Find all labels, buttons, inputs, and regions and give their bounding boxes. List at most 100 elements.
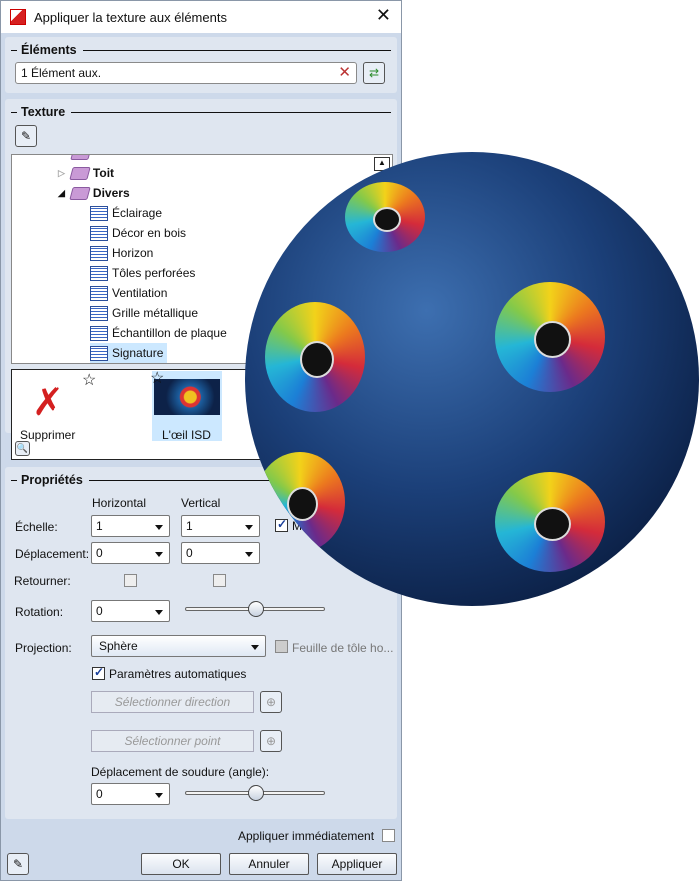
apply-immediately-checkbox[interactable] [382, 829, 395, 842]
eye-texture [345, 182, 425, 252]
projection-combo[interactable]: Sphère [91, 635, 266, 657]
rotation-slider[interactable] [185, 601, 325, 617]
combo-value: 0 [186, 546, 193, 560]
scale-vertical-combo[interactable]: 1 [181, 515, 260, 537]
horizontal-header: Horizontal [92, 496, 147, 510]
button-label: Appliquer [331, 857, 383, 871]
zoom-button[interactable]: 🔍 [15, 441, 30, 456]
title-bar: Appliquer la texture aux éléments ✕ [1, 1, 401, 33]
tree-label: Échantillon de plaque [112, 326, 227, 340]
eyedropper-button[interactable]: ✎ [15, 125, 37, 147]
point-icon: ⊕ [265, 734, 277, 748]
select-direction-button[interactable]: Sélectionner direction [91, 691, 254, 713]
slider-thumb[interactable] [248, 785, 264, 801]
rotation-label: Rotation: [15, 605, 64, 619]
delete-x-icon: ✗ [32, 382, 64, 424]
tree-label: Grille métallique [112, 306, 199, 320]
eye-texture [495, 472, 605, 572]
texture-icon [90, 345, 108, 361]
texture-icon [90, 245, 108, 261]
texture-icon [90, 325, 108, 341]
flip-horizontal-checkbox[interactable] [124, 574, 137, 587]
elements-value: 1 Élément aux. [21, 66, 102, 80]
close-icon[interactable]: ✕ [376, 5, 391, 26]
texture-icon [90, 285, 108, 301]
tree-label: Signature [112, 346, 164, 360]
sheet-checkbox[interactable] [275, 640, 288, 653]
button-label: Sélectionner point [124, 734, 221, 748]
tree-item[interactable]: Éclairage [90, 203, 162, 223]
eye-texture [265, 302, 365, 412]
point-pick-button[interactable]: ⊕ [260, 730, 282, 752]
seam-slider[interactable] [185, 785, 325, 801]
cancel-button[interactable]: Annuler [229, 853, 309, 875]
clear-icon[interactable]: ✕ [338, 63, 351, 81]
button-label: OK [172, 857, 190, 871]
tree-item-divers[interactable]: ◢ Divers [58, 183, 130, 203]
slider-thumb[interactable] [248, 601, 264, 617]
apply-button[interactable]: Appliquer [317, 853, 397, 875]
button-label: Annuler [248, 857, 290, 871]
magnifier-icon: 🔍 [16, 443, 29, 453]
tree-item-toit[interactable]: ▷ Toit [58, 163, 114, 183]
flip-label: Retourner: [14, 574, 71, 588]
texture-icon [90, 225, 108, 241]
tree-item-selected[interactable]: Signature [90, 343, 168, 363]
combo-value: 1 [186, 519, 193, 533]
tree-label: Toit [92, 166, 115, 180]
texture-icon [90, 205, 108, 221]
offset-horizontal-combo[interactable]: 0 [91, 542, 170, 564]
tree-item[interactable]: Décor en bois [90, 223, 186, 243]
tree-label: Tôles perforées [112, 266, 196, 280]
app-icon [10, 9, 26, 25]
select-elements-icon: ⇄ [368, 66, 380, 80]
button-label: Sélectionner direction [114, 695, 231, 709]
scale-horizontal-combo[interactable]: 1 [91, 515, 170, 537]
folder-icon [69, 166, 91, 180]
texture-icon [90, 305, 108, 321]
select-point-button[interactable]: Sélectionner point [91, 730, 254, 752]
collapse-icon[interactable]: ◢ [58, 188, 65, 199]
thumbnail-label: L'œil ISD [162, 428, 211, 442]
offset-vertical-combo[interactable]: 0 [181, 542, 260, 564]
eye-texture [255, 452, 345, 552]
auto-params-checkbox[interactable] [92, 665, 105, 680]
tree-label: Divers [92, 186, 130, 200]
rotation-combo[interactable]: 0 [91, 600, 170, 622]
direction-pick-button[interactable]: ⊕ [260, 691, 282, 713]
eyedropper-footer-button[interactable]: ✎ [7, 853, 29, 875]
offset-label: Déplacement: [15, 547, 90, 561]
favorite-star-icon[interactable]: ☆ [150, 368, 164, 388]
tree-item[interactable]: Tôles perforées [90, 263, 195, 283]
eye-texture [495, 282, 605, 392]
combo-value: 1 [96, 519, 103, 533]
favorite-star-icon[interactable]: ☆ [82, 370, 96, 390]
tree-item[interactable]: Échantillon de plaque [90, 323, 227, 343]
expand-icon[interactable]: ▷ [58, 168, 65, 179]
thumbnail-delete[interactable]: ✗ Supprimer [20, 376, 90, 442]
thumbnail-label: Supprimer [20, 428, 76, 442]
scale-label: Échelle: [15, 520, 58, 534]
window-title: Appliquer la texture aux éléments [34, 9, 227, 25]
combo-value: 0 [96, 787, 103, 801]
sheet-label: Feuille de tôle ho... [292, 641, 394, 655]
seam-combo[interactable]: 0 [91, 783, 170, 805]
tree-item[interactable]: Horizon [90, 243, 153, 263]
flip-vertical-checkbox[interactable] [213, 574, 226, 587]
vertical-header: Vertical [181, 496, 221, 510]
auto-params-label: Paramètres automatiques [109, 667, 247, 681]
elements-field[interactable]: 1 Élément aux. ✕ [15, 62, 357, 84]
texture-preview-sphere [245, 152, 699, 606]
thumbnail-eye-isd[interactable]: ☆ L'œil ISD [150, 368, 222, 442]
tree-item[interactable]: Grille métallique [90, 303, 198, 323]
folder-icon [70, 155, 92, 160]
eyedropper-icon: ✎ [20, 129, 32, 143]
apply-immediately-label: Appliquer immédiatement [238, 829, 375, 843]
texture-icon [90, 265, 108, 281]
combo-value: Sphère [99, 639, 138, 653]
ok-button[interactable]: OK [141, 853, 221, 875]
tree-item[interactable]: Ventilation [90, 283, 167, 303]
tree-label: Éclairage [112, 206, 163, 220]
combo-value: 0 [96, 546, 103, 560]
select-elements-button[interactable]: ⇄ [363, 62, 385, 84]
